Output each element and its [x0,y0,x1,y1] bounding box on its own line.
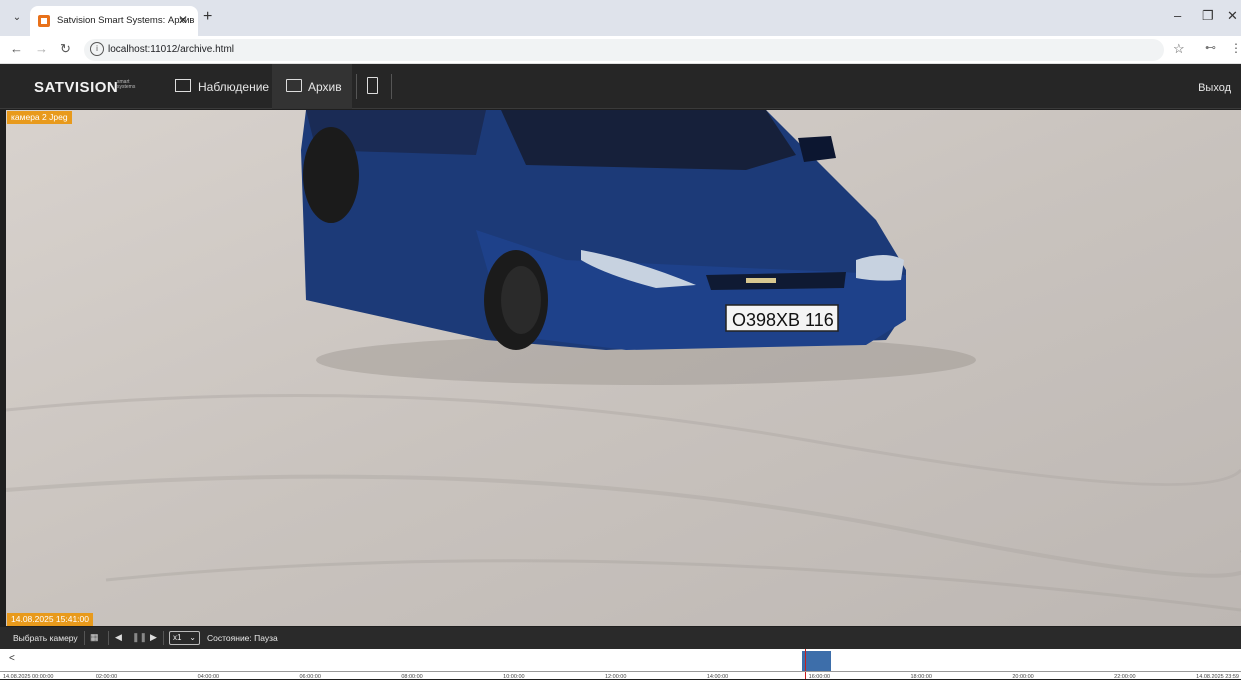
camera-image: O398XB 116 [6,110,1241,626]
back-arrow-icon[interactable]: ← [10,41,23,56]
browser-tab-strip: ⌄ Satvision Smart Systems: Архив ✕ + – ❐… [0,0,1241,36]
recording-segment[interactable] [801,651,831,671]
timeline-axis [0,671,1241,672]
forward-arrow-icon[interactable]: → [35,41,48,56]
address-bar: ← → ↻ i localhost:11012/archive.html ☆ ⊷… [0,36,1241,64]
site-info-icon[interactable]: i [90,42,104,56]
url-field[interactable]: i localhost:11012/archive.html [84,39,1164,61]
logout-link[interactable]: Выход [1198,82,1231,94]
tab-title: Satvision Smart Systems: Архив [57,15,195,26]
app-header: SATVISION smart systems Наблюдение Архив… [0,64,1241,109]
logo-subtitle-line-2: systems [117,84,136,90]
satvision-logo: SATVISION [34,79,119,96]
logo-subtitle: smart systems [117,80,135,90]
nav-divider [391,74,392,99]
chevron-down-icon: ⌄ [189,633,196,642]
timeline-cursor[interactable] [804,649,806,679]
restore-button[interactable]: ❐ [1202,8,1214,24]
pause-icon[interactable]: ❚❚ [132,632,147,643]
tablet-icon [367,77,378,94]
url-text[interactable]: localhost:11012/archive.html [108,44,234,55]
timeline[interactable]: < 14.08.2025 00:00:00 02:00:00 04:00:00 06:… [0,649,1241,680]
play-icon[interactable]: ▶ [150,632,157,643]
extensions-icon[interactable]: ⊷ [1205,41,1216,54]
camera-name-label: камера 2 Jpeg [7,111,72,124]
nav-archive-label: Архив [308,80,342,94]
step-back-icon[interactable]: ◀ [115,632,122,643]
playback-status: Состояние: Пауза [207,633,278,643]
nav-archive[interactable]: Архив [272,64,352,109]
timeline-tick-label: 12:00:00 [605,674,627,680]
controls-divider [84,631,85,645]
timeline-tick-label: 14.08.2025 23:59 [1196,674,1239,680]
folder-icon [286,79,302,92]
nav-tablet[interactable] [357,64,391,109]
playback-controls: Выбрать камеру ▦ ◀ ❚❚ ▶ x1 ⌄ Состояние: … [0,627,1241,649]
calendar-icon[interactable]: ▦ [90,632,99,643]
timeline-tick-label: 14:00:00 [706,674,729,680]
video-timestamp-label: 14.08.2025 15:41:00 [7,613,93,626]
timeline-tick-label: 08:00:00 [401,674,423,680]
speed-select[interactable]: x1 ⌄ [169,631,200,645]
timeline-tick-label: 06:00:00 [299,674,321,680]
controls-divider [108,631,109,645]
window-close-button[interactable]: ✕ [1227,8,1238,24]
controls-divider [163,631,164,645]
camera-video-frame[interactable]: O398XB 116 [6,110,1241,626]
timeline-tick-label: 02:00:00 [95,674,118,680]
browser-menu-icon[interactable]: ⋮ [1230,41,1241,55]
minimize-button[interactable]: – [1174,8,1181,23]
timeline-tick-label: 16:00:00 [808,674,831,680]
timeline-tick-label: 22:00:00 [1114,674,1136,680]
tab-close-icon[interactable]: ✕ [178,13,188,27]
monitor-icon [175,79,191,92]
timeline-tick-label: 04:00:00 [197,674,220,680]
license-plate-text: O398XB 116 [732,310,834,330]
nav-monitoring-label: Наблюдение [198,80,270,94]
nav-monitoring[interactable]: Наблюдение [166,64,272,109]
new-tab-button[interactable]: + [203,8,212,26]
bookmark-star-icon[interactable]: ☆ [1173,41,1185,57]
tab-search-chevron-icon[interactable]: ⌄ [9,10,25,26]
timeline-tick-label: 18:00:00 [910,674,932,680]
timeline-tick-label: 10:00:00 [503,674,525,680]
speed-value: x1 [173,633,182,642]
browser-tab[interactable]: Satvision Smart Systems: Архив ✕ [30,6,198,36]
reload-icon[interactable]: ↻ [60,41,71,57]
timeline-back-button[interactable]: < [9,653,15,664]
timeline-tick-label: 20:00:00 [1012,674,1034,680]
satvision-favicon-icon [38,15,50,27]
timeline-tick-label: 14.08.2025 00:00:00 [3,674,54,680]
select-camera-button[interactable]: Выбрать камеру [13,633,78,643]
